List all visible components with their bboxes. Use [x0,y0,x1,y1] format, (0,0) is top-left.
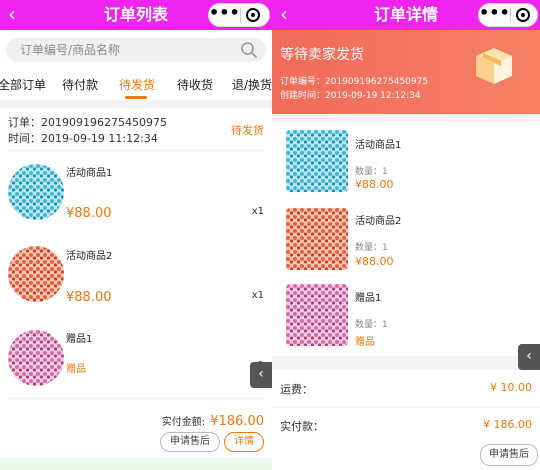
gift-tag: 赠品 [66,364,86,375]
order-number: 订单编号：201909196275450975 [280,77,429,87]
product-price: ¥88.00 [355,178,394,191]
product-name[interactable]: 活动商品2 [66,247,112,262]
product-quantity: 数量：1 [355,243,388,253]
tab-pending-shipment[interactable]: 待发货 [119,76,155,93]
paid-amount-value: ¥ 186.00 [483,418,532,431]
capsule-divider [510,8,511,22]
product-quantity: 数量：1 [355,320,388,330]
product-image [8,330,64,386]
product-thumbnail[interactable] [286,208,348,270]
product-name[interactable]: 活动商品1 [66,164,112,179]
package-box-icon [476,48,512,84]
shipping-fee-row: 运费： ¥ 10.00 [272,370,540,406]
after-sale-button[interactable]: 申请售后 [160,432,220,452]
product-quantity: 数量：1 [355,167,388,177]
product-thumbnail[interactable] [286,130,348,192]
order-number: 订单：201909196275450975 [8,116,167,129]
order-detail-screen: 订单详情 ‹ ••• 等待卖家发货 订单编号：20190919627545097… [272,0,540,470]
shipping-fee-label: 运费： [280,383,313,396]
after-sale-button[interactable]: 申请售后 [480,444,538,466]
product-image [8,164,64,220]
product-price: ¥88.00 [355,255,394,268]
order-time: 时间：2019-09-19 11:12:34 [8,132,158,145]
page-bottom-strip [0,458,272,470]
product-price: ¥88.00 [66,206,112,221]
section-divider [0,100,272,108]
nav-bar: 订单列表 ‹ ••• [0,0,272,30]
created-time: 创建时间：2019-09-19 12:12:34 [280,91,421,101]
nav-bar: 订单详情 ‹ ••• [272,0,540,30]
product-image [286,130,348,192]
search-input[interactable] [20,38,240,62]
product-name[interactable]: 赠品1 [355,289,381,304]
back-icon[interactable]: ‹ [272,0,296,30]
floating-collapse-tab[interactable]: ‹ [518,344,540,370]
mini-program-capsule: ••• [478,3,538,27]
gift-tag: 赠品 [355,337,375,348]
details-button[interactable]: 详情 [224,432,264,452]
close-target-icon[interactable] [516,8,530,22]
product-price: ¥88.00 [66,290,112,305]
product-thumbnail[interactable] [8,330,64,386]
product-thumbnail[interactable] [8,164,64,220]
order-total: 实付金额: ¥186.00 [162,410,264,429]
back-icon[interactable]: ‹ [0,0,24,30]
total-amount: ¥186.00 [210,414,264,429]
floating-collapse-tab[interactable]: ‹ [250,362,272,388]
close-target-icon[interactable] [246,8,260,22]
tab-all-orders[interactable]: 全部订单 [0,76,46,93]
more-icon[interactable]: ••• [479,4,510,26]
total-label: 实付金额: [161,417,206,428]
tab-returns[interactable]: 退/换货 [232,76,272,93]
tab-pending-receipt[interactable]: 待收货 [177,76,213,93]
divider [8,150,264,151]
order-status-tabs: 全部订单 待付款 待发货 待收货 退/换货 [0,70,272,100]
order-items-card: 活动商品1 数量：1 ¥88.00 活动商品2 数量：1 ¥88.00 赠品1 … [272,122,540,356]
product-thumbnail[interactable] [286,284,348,346]
order-status-badge: 待发货 [231,124,264,137]
tab-pending-payment[interactable]: 待付款 [62,76,98,93]
product-name[interactable]: 活动商品1 [355,136,401,151]
product-name[interactable]: 活动商品2 [355,212,401,227]
search-icon[interactable] [240,41,258,59]
product-name[interactable]: 赠品1 [66,330,92,345]
product-quantity: x1 [251,290,264,301]
product-image [286,208,348,270]
product-image [286,284,348,346]
product-image [8,246,64,302]
active-tab-indicator [125,96,147,99]
paid-amount-label: 实付款： [280,420,324,433]
mini-program-capsule: ••• [208,3,270,27]
search-bar [6,38,266,62]
product-quantity: x1 [251,206,264,217]
shipping-fee-value: ¥ 10.00 [490,381,532,394]
more-icon[interactable]: ••• [209,4,240,26]
capsule-divider [240,8,241,22]
shipping-status-title: 等待卖家发货 [280,47,364,63]
order-list-screen: 订单列表 ‹ ••• 全部订单 待付款 待发货 待收货 退/换货 订单：2019… [0,0,272,470]
divider [8,398,264,399]
order-status-header: 等待卖家发货 订单编号：201909196275450975 创建时间：2019… [272,30,540,114]
payment-summary: 实付款： ¥ 186.00 申请售后 [272,408,540,470]
product-thumbnail[interactable] [8,246,64,302]
